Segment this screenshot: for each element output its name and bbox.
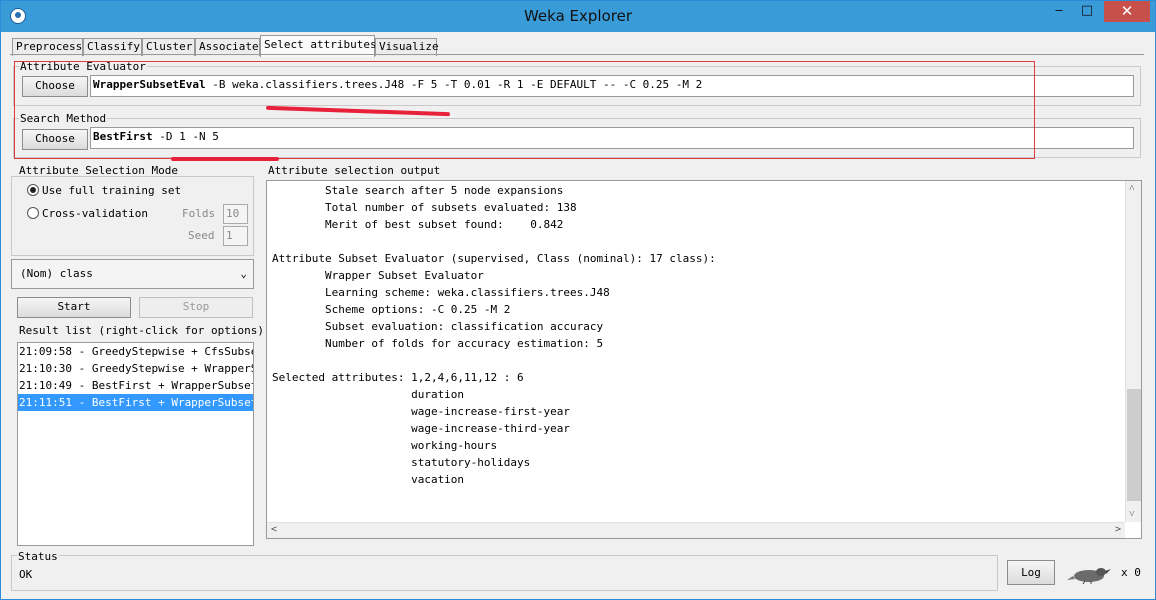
output-label: Attribute selection output <box>268 164 441 177</box>
output-horizontal-scrollbar[interactable]: < > <box>267 522 1125 538</box>
result-list-item[interactable]: 21:10:30 - GreedyStepwise + WrapperSubs <box>18 360 253 377</box>
cross-validation-label[interactable]: Cross-validation <box>42 207 148 220</box>
output-line: wage-increase-first-year <box>272 405 571 418</box>
explorer-client-area: Preprocess Classify Cluster Associate Se… <box>8 32 1148 594</box>
output-line: statutory-holidays <box>272 456 531 469</box>
output-line: Wrapper Subset Evaluator <box>272 269 484 282</box>
maximize-button[interactable]: □ <box>1073 1 1101 22</box>
log-button[interactable]: Log <box>1007 560 1055 585</box>
folds-input[interactable]: 10 <box>223 204 248 224</box>
output-line: working-hours <box>272 439 498 452</box>
output-line: Stale search after 5 node expansions <box>272 184 564 197</box>
start-button[interactable]: Start <box>17 297 131 318</box>
close-button[interactable]: ✕ <box>1104 1 1150 22</box>
scroll-left-icon[interactable]: < <box>271 524 277 535</box>
weka-bird-status-icon <box>1067 568 1111 584</box>
scroll-up-icon[interactable]: ˄ <box>1129 183 1135 194</box>
scroll-right-icon[interactable]: > <box>1115 524 1121 535</box>
cross-validation-radio[interactable] <box>27 207 39 219</box>
result-list-item[interactable]: 21:10:49 - BestFirst + WrapperSubsetEva <box>18 377 253 394</box>
title-bar[interactable]: Weka Explorer ‒ □ ✕ <box>1 1 1155 32</box>
result-list-label: Result list (right-click for options) <box>19 324 265 337</box>
output-vertical-scrollbar[interactable]: ˄ ˅ <box>1125 181 1141 522</box>
class-select[interactable]: (Nom) class ⌄ <box>11 259 254 289</box>
minimize-button[interactable]: ‒ <box>1045 1 1073 22</box>
result-list-item-selected[interactable]: 21:11:51 - BestFirst + WrapperSubsetEva <box>18 394 253 411</box>
output-line: Merit of best subset found: 0.842 <box>272 218 564 231</box>
folds-label: Folds <box>182 207 216 220</box>
output-line: wage-increase-third-year <box>272 422 571 435</box>
attribute-selection-output[interactable]: Stale search after 5 node expansions Tot… <box>266 180 1142 539</box>
status-text: OK <box>19 568 33 581</box>
output-line: vacation <box>272 473 465 486</box>
full-training-label[interactable]: Use full training set <box>42 184 181 197</box>
result-list-item[interactable]: 21:09:58 - GreedyStepwise + CfsSubsetEv <box>18 343 253 360</box>
seed-label: Seed <box>188 229 215 242</box>
output-line: duration <box>272 388 465 401</box>
output-line: Number of folds for accuracy estimation:… <box>272 337 604 350</box>
status-panel <box>11 555 998 591</box>
class-select-value: (Nom) class <box>20 267 93 280</box>
output-line: Scheme options: -C 0.25 -M 2 <box>272 303 511 316</box>
red-annotation-box <box>14 61 1035 159</box>
output-vertical-scroll-thumb[interactable] <box>1127 389 1141 501</box>
full-training-radio[interactable] <box>27 184 39 196</box>
tab-underline <box>10 54 1144 55</box>
seed-input[interactable]: 1 <box>223 226 248 246</box>
chevron-down-icon: ⌄ <box>240 267 247 280</box>
task-count: x 0 <box>1121 566 1141 579</box>
output-line: Total number of subsets evaluated: 138 <box>272 201 577 214</box>
output-line: Subset evaluation: classification accura… <box>272 320 604 333</box>
status-label: Status <box>17 550 59 563</box>
red-underline-search <box>171 157 279 161</box>
output-line: Attribute Subset Evaluator (supervised, … <box>272 252 716 265</box>
output-line: Selected attributes: 1,2,4,6,11,12 : 6 <box>272 371 524 384</box>
stop-button[interactable]: Stop <box>139 297 253 318</box>
scroll-down-icon[interactable]: ˅ <box>1129 509 1135 520</box>
result-list: 21:09:58 - GreedyStepwise + CfsSubsetEv … <box>17 342 254 546</box>
weka-explorer-window: Weka Explorer ‒ □ ✕ Preprocess Classify … <box>0 0 1156 600</box>
window-title: Weka Explorer <box>523 7 633 25</box>
output-line: Learning scheme: weka.classifiers.trees.… <box>272 286 610 299</box>
mode-group-label: Attribute Selection Mode <box>19 164 178 177</box>
